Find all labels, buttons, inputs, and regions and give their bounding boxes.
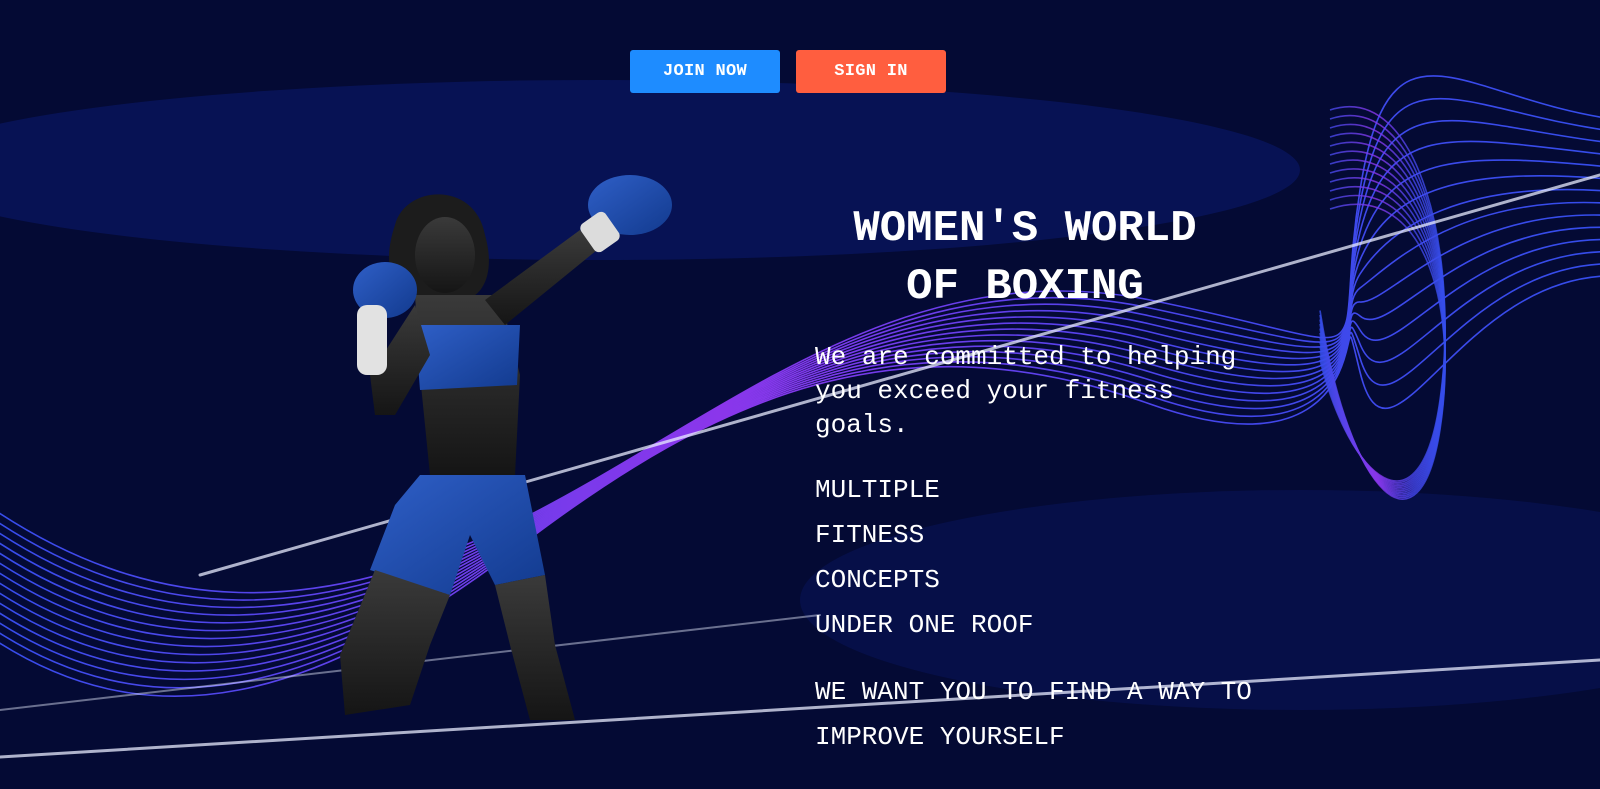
feature-item: UNDER ONE ROOF xyxy=(815,610,1034,640)
feature-item: MULTIPLE xyxy=(815,475,940,505)
title-line-1: WOMEN'S WORLD xyxy=(853,204,1197,254)
feature-item: CONCEPTS xyxy=(815,565,940,595)
background-waves xyxy=(0,0,1600,789)
feature-item: FITNESS xyxy=(815,520,925,550)
title-line-2: OF BOXING xyxy=(906,262,1144,312)
page-title: WOMEN'S WORLD OF BOXING xyxy=(815,200,1235,316)
sign-in-button[interactable]: SIGN IN xyxy=(796,50,946,93)
top-action-buttons: JOIN NOW SIGN IN xyxy=(630,50,946,93)
hero-content: WOMEN'S WORLD OF BOXING We are committed… xyxy=(815,200,1255,786)
feature-list: MULTIPLE FITNESS CONCEPTS UNDER ONE ROOF xyxy=(815,468,1255,648)
tagline-text: WE WANT YOU TO FIND A WAY TO IMPROVE YOU… xyxy=(815,677,1252,752)
boxer-image xyxy=(340,175,672,720)
lead-text: We are committed to helping you exceed y… xyxy=(815,342,1237,440)
join-now-button[interactable]: JOIN NOW xyxy=(630,50,780,93)
